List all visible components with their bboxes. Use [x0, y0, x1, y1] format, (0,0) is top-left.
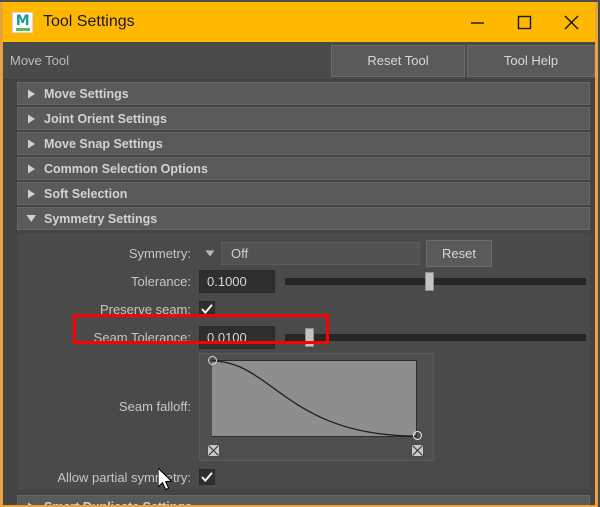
- section-label: Move Settings: [44, 86, 129, 101]
- symmetry-mode-row: Symmetry: Off Reset: [17, 239, 590, 267]
- tool-header-row: Move Tool Reset Tool Tool Help: [3, 42, 595, 80]
- section-label: Common Selection Options: [44, 161, 208, 176]
- chevron-right-icon: [18, 114, 44, 124]
- section-header-joint-orient-settings[interactable]: Joint Orient Settings: [17, 107, 590, 130]
- allow-partial-symmetry-label: Allow partial symmetry:: [57, 469, 191, 485]
- tolerance-label: Tolerance:: [131, 273, 191, 289]
- section-label: Soft Selection: [44, 186, 128, 201]
- window-title: Tool Settings: [43, 13, 135, 30]
- section-header-soft-selection[interactable]: Soft Selection: [17, 182, 590, 205]
- seam-tolerance-row: Seam Tolerance: 0.0100: [17, 323, 590, 351]
- preserve-seam-row: Preserve seam:: [17, 295, 590, 323]
- section-header-symmetry-settings[interactable]: Symmetry Settings: [17, 207, 590, 230]
- allow-partial-symmetry-row: Allow partial symmetry:: [17, 464, 590, 490]
- symmetry-mode-select[interactable]: Off: [221, 241, 420, 265]
- preserve-seam-label: Preserve seam:: [99, 301, 191, 317]
- section-header-move-snap-settings[interactable]: Move Snap Settings: [17, 132, 590, 155]
- slider-knob[interactable]: [305, 328, 315, 347]
- settings-panel: Move Settings Joint Orient Settings Move…: [3, 80, 595, 505]
- symmetry-label: Symmetry:: [128, 245, 191, 261]
- seam-tolerance-slider[interactable]: [285, 326, 586, 348]
- chevron-right-icon: [18, 164, 44, 174]
- tool-settings-window: M Tool Settings Move Tool Reset Tool Too…: [0, 2, 598, 507]
- maximize-icon[interactable]: [501, 2, 548, 42]
- maya-logo-bar: [16, 27, 30, 31]
- symmetry-reset-button[interactable]: Reset: [426, 239, 492, 267]
- falloff-curve-area[interactable]: [212, 360, 417, 437]
- seam-falloff-graph[interactable]: [199, 353, 434, 461]
- falloff-left-key-icon[interactable]: [207, 444, 220, 457]
- section-label: Smart Duplicate Settings: [44, 500, 192, 506]
- section-label: Move Snap Settings: [44, 136, 163, 151]
- window-titlebar[interactable]: M Tool Settings: [3, 2, 595, 42]
- symmetry-settings-body: Symmetry: Off Reset Tolerance: 0.1000 Pr…: [17, 233, 590, 490]
- section-label: Symmetry Settings: [44, 211, 158, 226]
- falloff-end-handle-icon[interactable]: [413, 431, 422, 440]
- reset-tool-button[interactable]: Reset Tool: [331, 44, 465, 77]
- tool-help-button[interactable]: Tool Help: [467, 44, 595, 77]
- section-header-common-selection-options[interactable]: Common Selection Options: [17, 157, 590, 180]
- close-icon[interactable]: [548, 2, 595, 42]
- slider-track: [285, 278, 586, 285]
- allow-partial-symmetry-checkbox[interactable]: [199, 469, 215, 485]
- chevron-right-icon: [18, 502, 44, 505]
- slider-track: [285, 334, 586, 341]
- screen-root: M Tool Settings Move Tool Reset Tool Too…: [0, 0, 600, 507]
- minimize-icon[interactable]: [454, 2, 501, 42]
- falloff-start-handle-icon[interactable]: [208, 356, 217, 365]
- chevron-right-icon: [18, 139, 44, 149]
- tolerance-slider[interactable]: [285, 270, 586, 292]
- section-header-smart-duplicate-settings[interactable]: Smart Duplicate Settings: [17, 495, 590, 505]
- section-header-move-settings[interactable]: Move Settings: [17, 82, 590, 105]
- tolerance-input[interactable]: 0.1000: [199, 269, 275, 293]
- current-tool-name: Move Tool: [10, 53, 70, 68]
- maya-logo-icon: M: [12, 11, 33, 33]
- seam-falloff-label: Seam falloff:: [118, 399, 191, 414]
- falloff-right-key-icon[interactable]: [411, 444, 424, 457]
- window-controls: [454, 2, 595, 42]
- seam-tolerance-label: Seam Tolerance:: [93, 329, 191, 345]
- section-label: Joint Orient Settings: [44, 111, 167, 126]
- chevron-right-icon: [18, 189, 44, 199]
- dropdown-chevron-down-icon[interactable]: [199, 250, 221, 257]
- chevron-down-icon: [18, 214, 44, 223]
- tolerance-row: Tolerance: 0.1000: [17, 267, 590, 295]
- chevron-right-icon: [18, 89, 44, 99]
- slider-knob[interactable]: [425, 272, 435, 291]
- seam-tolerance-input[interactable]: 0.0100: [199, 325, 275, 349]
- preserve-seam-checkbox[interactable]: [199, 301, 215, 317]
- maya-logo-letter: M: [15, 12, 30, 29]
- seam-falloff-row: Seam falloff:: [17, 353, 590, 461]
